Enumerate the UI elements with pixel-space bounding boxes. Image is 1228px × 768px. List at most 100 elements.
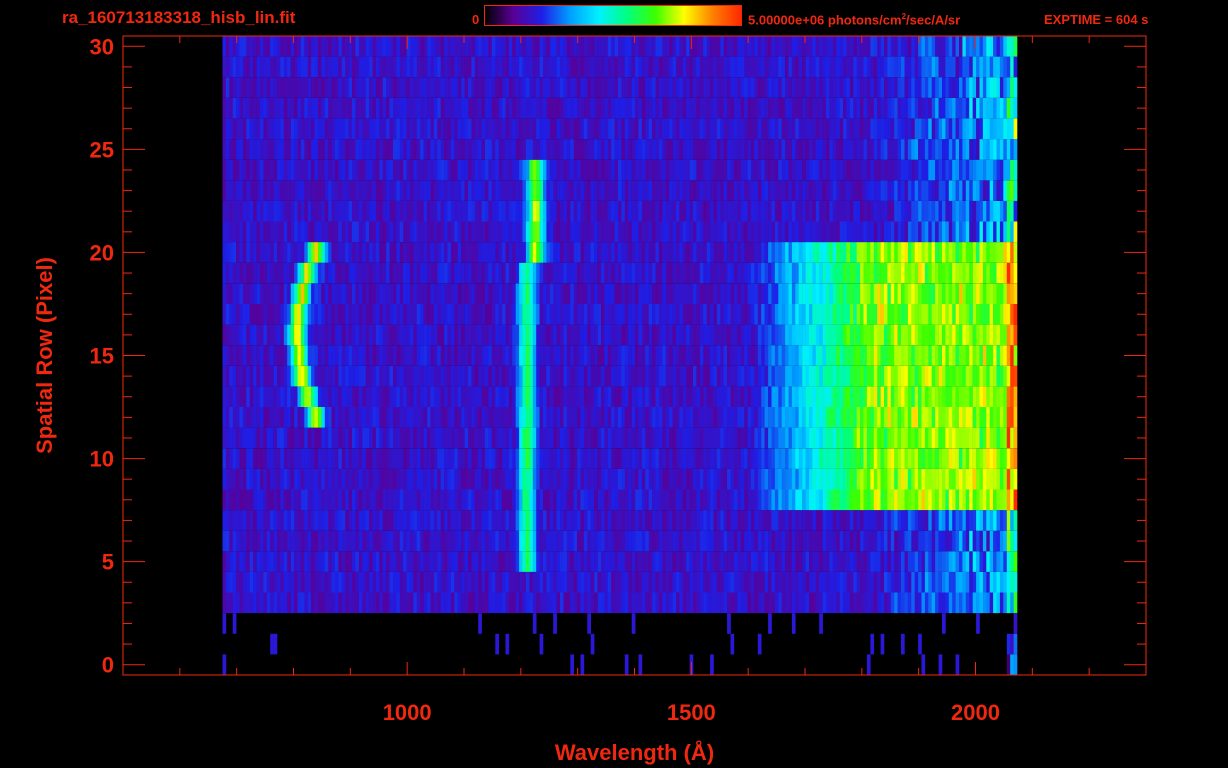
heatmap-cell [502,324,506,346]
heatmap-cell [1013,448,1018,469]
heatmap-cell [621,262,626,284]
heatmap-cell [369,468,373,490]
heatmap-cell [631,345,636,366]
heatmap-cell [549,530,554,552]
heatmap-cell [546,530,551,552]
heatmap-cell [781,345,786,366]
heatmap-cell [263,242,268,263]
heatmap-cell [641,427,646,449]
heatmap-cell [959,242,963,263]
heatmap-cell [809,221,813,243]
heatmap-cell [696,242,701,263]
heatmap-cell [468,407,472,428]
heatmap-cell [880,324,885,346]
heatmap-cell [989,551,994,572]
heatmap-cell [969,365,973,387]
heatmap-cell [362,386,366,407]
heatmap-cell [399,551,404,572]
heatmap-cell [706,200,711,222]
heatmap-cell [979,448,984,469]
heatmap-cell [771,304,776,325]
heatmap-cell [856,386,861,407]
heatmap-cell [263,468,268,490]
heatmap-cell [740,551,745,572]
heatmap-cell [959,386,963,407]
heatmap-cell [829,427,834,449]
heatmap-cell [304,489,308,511]
heatmap-cell [716,304,721,325]
heatmap-cell [614,427,619,449]
heatmap-cell [928,365,932,387]
heatmap-cell [901,304,905,325]
heatmap-cell [624,571,629,593]
heatmap-cell [631,386,636,407]
heatmap-cell [665,571,670,593]
heatmap-cell [979,180,984,201]
heatmap-cell [993,592,997,614]
heatmap-cell [307,427,312,449]
heatmap-cell [563,530,568,552]
heatmap-cell [959,510,963,531]
heatmap-cell [744,448,748,469]
heatmap-cell [959,571,963,593]
heatmap-cell [955,365,960,387]
heatmap-cell [311,324,315,346]
heatmap-cell [311,510,315,531]
heatmap-cell [403,407,407,428]
heatmap-cell [638,468,643,490]
heatmap-cell [682,468,687,490]
heatmap-cell [375,448,380,469]
heatmap-cell [931,345,936,366]
heatmap-cell [236,510,240,531]
heatmap-cell [577,283,581,304]
heatmap-cell [369,262,373,284]
heatmap-cell [539,510,544,531]
heatmap-cell [447,551,452,572]
heatmap-cell [744,407,748,428]
heatmap-cell [399,159,404,181]
heatmap-cell [236,592,240,614]
heatmap-cell [362,242,366,263]
heatmap-cell [942,489,946,511]
heatmap-cell [706,304,711,325]
heatmap-cell [604,592,609,614]
heatmap-cell [999,530,1004,552]
heatmap-cell [416,427,421,449]
heatmap-cell [921,427,926,449]
heatmap-cell [352,304,356,325]
heatmap-cell [795,386,799,407]
heatmap-cell [703,386,707,407]
heatmap-cell [433,365,438,387]
heatmap-cell [522,345,527,366]
heatmap-cell [242,221,247,243]
heatmap-cell [488,345,493,366]
heatmap-cell [727,407,731,428]
heatmap-cell [918,468,922,490]
heatmap-cell [993,407,997,428]
heatmap-cell [737,407,742,428]
heatmap-cell [427,571,431,593]
heatmap-cell [870,200,875,222]
heatmap-cell [386,365,390,387]
heatmap-cell [335,221,339,243]
heatmap-cell [665,427,670,449]
heatmap-cell [433,571,438,593]
heatmap-cell [539,571,544,593]
heatmap-cell [369,571,373,593]
heatmap-cell [652,489,656,511]
heatmap-cell [450,510,455,531]
heatmap-cell [300,159,305,181]
heatmap-cell [877,242,881,263]
heatmap-cell [676,551,680,572]
heatmap-cell [297,592,302,614]
heatmap-cell [331,221,336,243]
heatmap-cell [297,427,302,449]
heatmap-cell [809,324,813,346]
heatmap-cell [508,489,513,511]
heatmap-cell [341,221,346,243]
heatmap-cell [720,551,724,572]
heatmap-cell [266,530,271,552]
heatmap-cell [321,242,325,263]
heatmap-cell [938,304,943,325]
heatmap-cell [699,262,704,284]
